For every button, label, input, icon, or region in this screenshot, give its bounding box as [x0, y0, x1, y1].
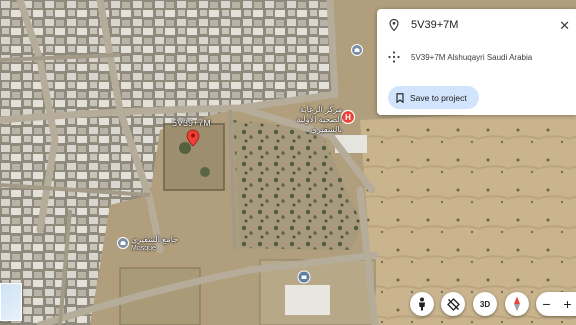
- tilt-button[interactable]: [441, 292, 465, 316]
- full-address: 5V39+7M Alshuqayri Saudi Arabia: [411, 52, 533, 62]
- address-row[interactable]: 5V39+7M Alshuqayri Saudi Arabia: [377, 45, 576, 69]
- street-view-pegman-button[interactable]: [410, 292, 434, 316]
- plus-code-icon: [377, 51, 411, 63]
- hospital-label: مركز الرعاية الصحية الأولية بالشقيري: [296, 105, 342, 134]
- landmark-icon[interactable]: [297, 270, 311, 284]
- plus-code-title: 5V39+7M: [411, 19, 459, 31]
- compass-button[interactable]: [505, 292, 529, 316]
- place-panel: 5V39+7M ✕ 5V39+7M Alshuqayri Saudi Arabi…: [377, 9, 576, 115]
- location-pin-icon: [377, 19, 411, 31]
- landmark-icon[interactable]: [351, 44, 363, 56]
- 3d-button[interactable]: 3D: [473, 292, 497, 316]
- save-to-project-button[interactable]: Save to project: [388, 86, 479, 109]
- svg-text:H: H: [345, 113, 351, 122]
- bookmark-icon: [396, 92, 404, 103]
- mosque-sublabel: Mosque: [131, 245, 156, 252]
- close-icon[interactable]: ✕: [559, 19, 570, 32]
- hospital-icon[interactable]: H: [340, 109, 356, 125]
- plus-code-row[interactable]: 5V39+7M: [377, 13, 576, 37]
- compass-icon: [514, 296, 520, 312]
- layers-thumbnail[interactable]: [0, 283, 22, 321]
- mosque-label: جامع الشقيري: [131, 235, 179, 244]
- pegman-icon: [419, 297, 425, 311]
- zoom-out-button[interactable]: −: [542, 296, 550, 312]
- zoom-in-button[interactable]: +: [563, 296, 571, 312]
- tilt-icon: [446, 297, 460, 311]
- zoom-control: − +: [536, 292, 576, 316]
- pin-label: 5V39+7M: [172, 118, 211, 128]
- save-to-project-label: Save to project: [410, 92, 467, 103]
- mosque-icon[interactable]: [117, 237, 129, 249]
